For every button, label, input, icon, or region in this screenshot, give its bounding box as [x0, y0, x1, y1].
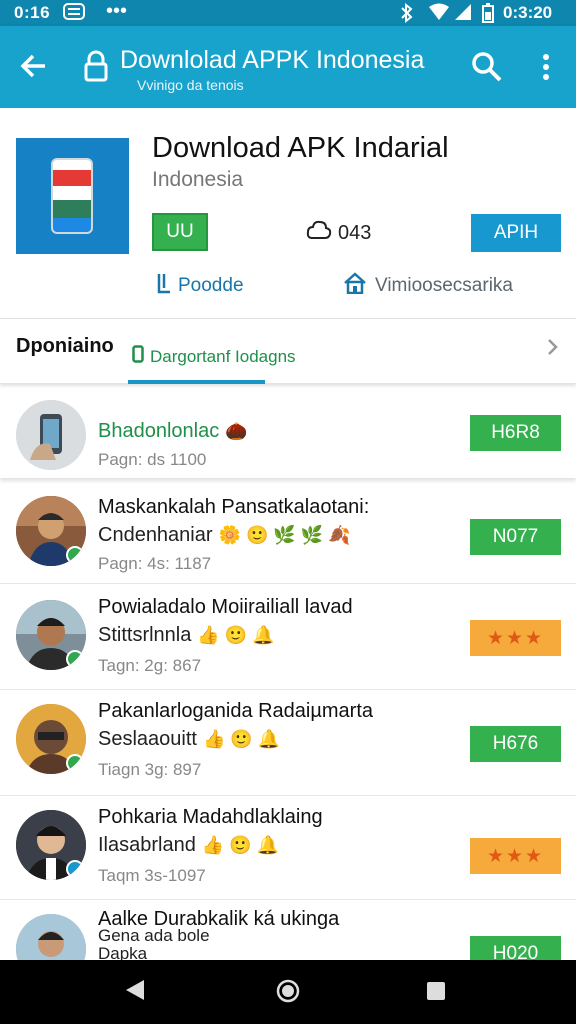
item-name: Pakanlarloganida Radaiµmarta — [98, 700, 374, 722]
list-item[interactable]: Aalke Durabkalik ká ukinga Gena ada bole… — [0, 900, 576, 960]
phone-icon — [51, 158, 93, 234]
cloud-icon — [306, 219, 332, 247]
list-item[interactable]: Pakanlarloganida Radaiµmarta Seslaaouitt… — [0, 690, 576, 796]
item-subtitle: Seslaaouitt 👍 🙂 🔔 — [98, 728, 281, 750]
app-icon — [16, 138, 129, 254]
avatar — [16, 704, 86, 774]
document-icon — [156, 272, 172, 300]
rating-count: 043 — [306, 219, 371, 247]
lock-icon — [84, 50, 108, 82]
avatar — [16, 400, 86, 470]
item-meta: Tagn: 2g: 867 — [98, 656, 202, 675]
link-left-label: Poodde — [178, 275, 244, 296]
tab-active-label: Dargortanf Iodagns — [150, 346, 296, 366]
item-subtitle: Cndenhaniar 🌼 🙂 🌿 🌿 🍂 — [98, 524, 351, 546]
status-time: 0:16 — [14, 3, 51, 22]
nav-home-icon[interactable] — [275, 978, 301, 1009]
chevron-right-icon[interactable] — [544, 337, 560, 357]
signal-icon — [454, 3, 472, 26]
back-arrow-icon[interactable] — [18, 50, 50, 82]
item-meta: Dapka — [98, 944, 148, 960]
tab-bar: Dponiaino Dargortanf Iodagns — [0, 318, 576, 384]
item-name: Maskankalah Pansatkalaotani: — [98, 496, 370, 518]
search-icon[interactable] — [470, 50, 504, 84]
bluetooth-icon — [400, 2, 414, 28]
item-name: Pohkaria Madahdlaklaing — [98, 806, 323, 828]
item-meta: Pagn: 4s: 1187 — [98, 554, 212, 573]
item-meta: Tiagn 3g: 897 — [98, 760, 202, 779]
action-button[interactable]: H6R8 — [470, 415, 561, 451]
app-header-card: Download APK Indarial Indonesia UU 043 A… — [0, 108, 576, 318]
tab-active[interactable]: Dargortanf Iodagns — [132, 345, 296, 368]
emoji-icon: 👍 🙂 🔔 — [202, 729, 281, 749]
rating-button[interactable]: ★★★ — [470, 838, 561, 874]
app-developer: Indonesia — [152, 168, 244, 191]
item-subtitle: Ilasabrland 👍 🙂 🔔 — [98, 834, 280, 856]
bookmark-icon — [132, 345, 144, 368]
item-meta: Pagn: ds 1100 — [98, 450, 207, 469]
dots-icon: ••• — [106, 0, 128, 22]
rating-button[interactable]: ★★★ — [470, 620, 561, 656]
rating-value: 043 — [338, 221, 372, 244]
link-vimioosecsarika[interactable]: Vimioosecsarika — [343, 272, 513, 300]
avatar — [16, 496, 86, 566]
action-button[interactable]: N077 — [470, 519, 561, 555]
wifi-icon — [428, 3, 450, 26]
verified-badge-icon — [66, 650, 84, 668]
app-bar: Downlolad APPK Indonesia Vvinigo da teno… — [0, 26, 576, 108]
item-subtitle: Stittsrlnnla 👍 🙂 🔔 — [98, 624, 275, 646]
list-item[interactable]: Bhadonlonlac 🌰 Pagn: ds 1100 H6R8 — [0, 394, 576, 478]
emoji-icon: 🌼 🙂 🌿 🌿 🍂 — [218, 525, 351, 545]
nav-recents-icon[interactable] — [426, 981, 446, 1006]
list-item[interactable]: Powialadalo Moiirailiall lavad Stittsrln… — [0, 584, 576, 690]
status-clock: 0:3:20 — [503, 3, 553, 22]
link-poodde[interactable]: Poodde — [156, 272, 244, 300]
avatar — [16, 914, 86, 960]
home-icon — [343, 272, 367, 300]
message-icon — [62, 3, 86, 26]
item-meta: Taqm 3s-1097 — [98, 866, 206, 885]
emoji-icon: 🌰 — [225, 421, 248, 441]
app-bar-title: Downlolad APPK Indonesia — [120, 46, 425, 74]
item-name: Powialadalo Moiirailiall lavad — [98, 596, 353, 618]
item-subtitle: Gena ada bole — [98, 926, 210, 945]
emoji-icon: 👍 🙂 🔔 — [197, 625, 275, 645]
tab-indicator — [128, 380, 265, 384]
app-bar-subtitle: Vvinigo da tenois — [137, 77, 244, 93]
verified-badge-icon — [66, 754, 84, 772]
action-button[interactable]: H676 — [470, 726, 561, 762]
action-button[interactable]: H020 — [470, 936, 561, 960]
list-item[interactable]: Pohkaria Madahdlaklaing Ilasabrland 👍 🙂 🔔… — [0, 796, 576, 900]
tab-main[interactable]: Dponiaino — [16, 335, 114, 358]
apk-button[interactable]: APIH — [471, 214, 561, 252]
status-bar: 0:16 ••• 0:3:20 — [0, 0, 576, 26]
nav-back-icon[interactable] — [124, 978, 146, 1007]
more-vert-icon[interactable] — [534, 50, 558, 84]
verified-badge-icon — [66, 860, 84, 878]
list-item[interactable]: Maskankalah Pansatkalaotani: Cndenhaniar… — [0, 488, 576, 584]
install-button[interactable]: UU — [152, 213, 208, 251]
system-nav-bar — [0, 960, 576, 1024]
battery-icon — [482, 3, 494, 28]
avatar — [16, 810, 86, 880]
item-name: Bhadonlonlac 🌰 — [98, 420, 248, 442]
app-name: Download APK Indarial — [152, 132, 449, 164]
link-right-label: Vimioosecsarika — [375, 275, 513, 296]
verified-badge-icon — [66, 546, 84, 564]
avatar — [16, 600, 86, 670]
emoji-icon: 👍 🙂 🔔 — [201, 835, 280, 855]
